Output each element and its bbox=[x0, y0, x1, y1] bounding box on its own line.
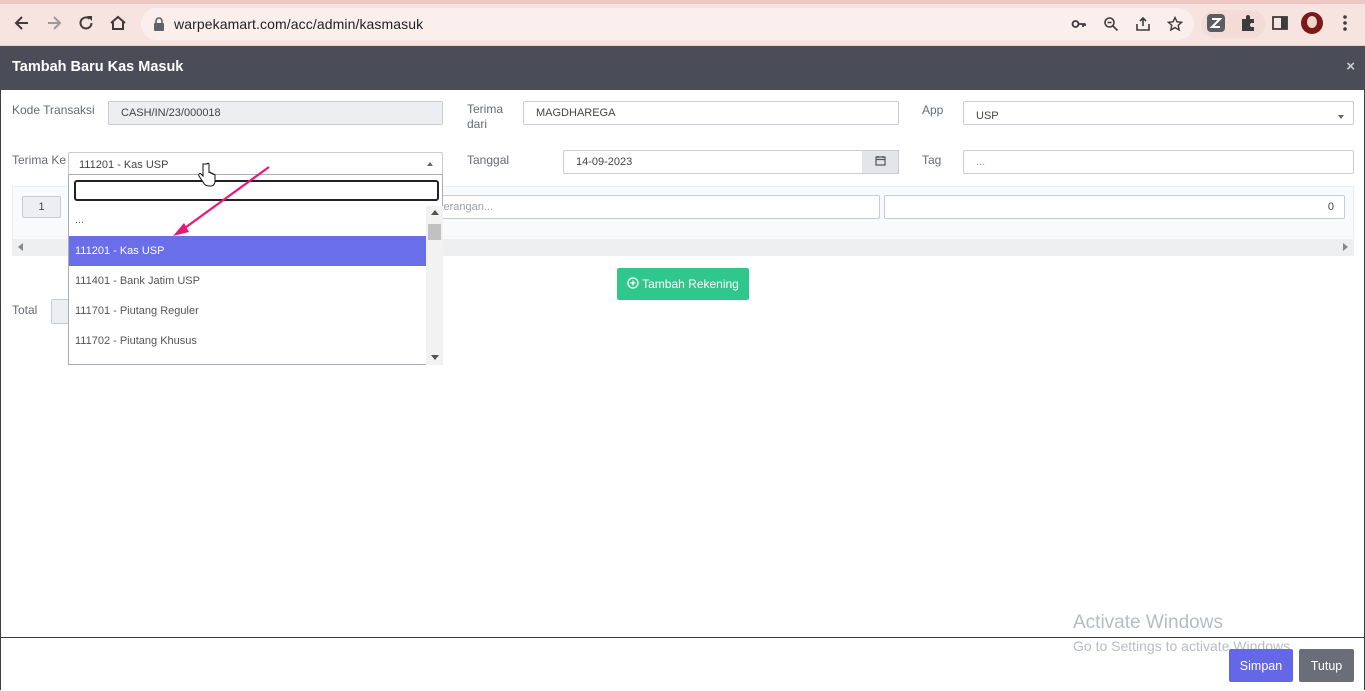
chevron-up-icon bbox=[427, 162, 433, 166]
modal-left-border bbox=[0, 90, 1, 690]
annotation-arrow bbox=[173, 166, 270, 236]
tambah-rekening-button[interactable]: Tambah Rekening bbox=[617, 268, 749, 300]
scroll-right-icon[interactable] bbox=[1343, 243, 1348, 251]
modal-header: Tambah Baru Kas Masuk × bbox=[0, 46, 1365, 90]
puzzle-extensions-icon[interactable] bbox=[1238, 13, 1258, 33]
dropdown-option-piutang-reguler[interactable]: 111701 - Piutang Reguler bbox=[69, 296, 426, 326]
profile-avatar[interactable] bbox=[1301, 12, 1323, 34]
zotero-extension-icon[interactable] bbox=[1206, 13, 1226, 33]
tag-field[interactable]: ... bbox=[963, 150, 1354, 174]
kode-transaksi-label: Kode Transaksi bbox=[12, 103, 95, 117]
modal-title: Tambah Baru Kas Masuk bbox=[12, 59, 184, 75]
zoom-icon[interactable] bbox=[1103, 16, 1121, 32]
kode-transaksi-value: CASH/IN/23/000018 bbox=[121, 107, 221, 119]
terima-dari-value: MAGDHAREGA bbox=[536, 107, 616, 119]
dropdown-option-piutang-khusus[interactable]: 111702 - Piutang Khusus bbox=[69, 326, 426, 356]
terima-ke-label: Terima Ke bbox=[12, 153, 67, 167]
tag-placeholder: ... bbox=[976, 156, 986, 168]
rekening-amount-field[interactable]: 0 bbox=[884, 195, 1345, 219]
kode-transaksi-field: CASH/IN/23/000018 bbox=[108, 101, 443, 125]
tanggal-value: 14-09-2023 bbox=[576, 156, 633, 168]
total-label: Total bbox=[12, 303, 38, 317]
browser-chrome: warpekamart.com/acc/admin/kasmasuk bbox=[0, 0, 1365, 46]
calendar-button[interactable] bbox=[862, 150, 899, 174]
reload-icon[interactable] bbox=[74, 11, 98, 35]
plus-circle-icon bbox=[627, 276, 639, 292]
forward-icon[interactable] bbox=[42, 11, 66, 35]
tutup-button[interactable]: Tutup bbox=[1299, 649, 1354, 682]
address-bar[interactable]: warpekamart.com/acc/admin/kasmasuk bbox=[141, 8, 1194, 40]
calendar-icon bbox=[874, 153, 886, 171]
home-icon[interactable] bbox=[106, 11, 130, 35]
dropdown-option-bank-jatim-usp[interactable]: 111401 - Bank Jatim USP bbox=[69, 266, 426, 296]
app-label: App bbox=[922, 103, 944, 117]
scroll-up-icon[interactable] bbox=[431, 210, 439, 215]
bookmark-star-icon[interactable] bbox=[1166, 15, 1185, 32]
lock-icon bbox=[153, 17, 165, 36]
hand-cursor-icon bbox=[198, 162, 216, 187]
activate-windows-title: Activate Windows bbox=[1073, 612, 1223, 633]
simpan-button[interactable]: Simpan bbox=[1229, 649, 1293, 682]
key-icon[interactable] bbox=[1071, 16, 1089, 32]
keterangan-field[interactable]: Keterangan... bbox=[420, 195, 880, 219]
back-icon[interactable] bbox=[10, 11, 34, 35]
app-select-value: USP bbox=[976, 110, 999, 122]
chevron-down-icon bbox=[1338, 115, 1344, 119]
share-icon[interactable] bbox=[1135, 16, 1153, 32]
tab-strip bbox=[0, 0, 1365, 4]
dropdown-scrollbar[interactable] bbox=[426, 206, 443, 365]
scroll-left-icon[interactable] bbox=[18, 243, 23, 251]
browser-menu-icon[interactable] bbox=[1335, 13, 1355, 33]
url-text: warpekamart.com/acc/admin/kasmasuk bbox=[174, 16, 424, 32]
dropdown-scrollbar-thumb[interactable] bbox=[428, 224, 441, 240]
terima-dari-label: Terima dari bbox=[467, 102, 504, 131]
tanggal-field[interactable]: 14-09-2023 bbox=[563, 150, 863, 174]
scroll-down-icon[interactable] bbox=[431, 355, 439, 360]
modal-close-button[interactable]: × bbox=[1346, 58, 1355, 75]
tag-label: Tag bbox=[922, 153, 942, 167]
terima-ke-select-value: 111201 - Kas USP bbox=[79, 159, 169, 171]
terima-dari-field[interactable]: MAGDHAREGA bbox=[523, 101, 899, 125]
rekening-row-number: 1 bbox=[22, 196, 61, 218]
tambah-rekening-label: Tambah Rekening bbox=[642, 277, 739, 291]
tanggal-label: Tanggal bbox=[467, 153, 510, 167]
app-select[interactable]: USP bbox=[963, 101, 1354, 125]
side-panel-icon[interactable] bbox=[1270, 13, 1290, 33]
rekening-amount-value: 0 bbox=[1327, 201, 1334, 213]
